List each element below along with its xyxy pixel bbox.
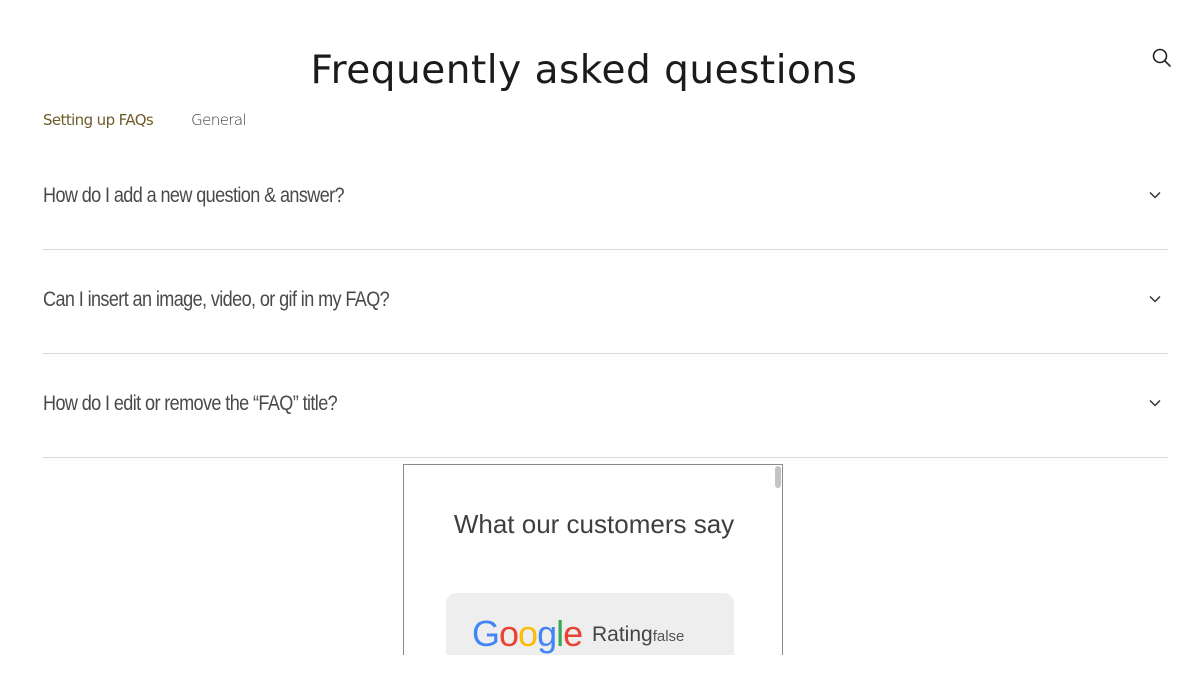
tab-setting-up-faqs[interactable]: Setting up FAQs	[43, 111, 154, 129]
rating-value: false	[652, 628, 685, 645]
scrollbar[interactable]	[775, 466, 781, 488]
chevron-down-icon[interactable]	[1148, 188, 1162, 202]
faq-page: Frequently asked questions Setting up FA…	[0, 0, 1199, 691]
chevron-down-icon[interactable]	[1148, 396, 1162, 410]
page-title: Frequently asked questions	[310, 48, 858, 94]
faq-item[interactable]: How do I edit or remove the “FAQ” title?	[43, 354, 1168, 458]
faq-list: How do I add a new question & answer? Ca…	[43, 146, 1168, 458]
google-rating-card[interactable]: Google Ratingfalse	[446, 593, 734, 655]
google-logo: Google	[472, 613, 583, 654]
category-tabs: Setting up FAQs General	[43, 111, 247, 129]
search-icon	[1152, 48, 1171, 67]
reviews-widget-title: What our customers say	[453, 509, 735, 539]
rating-label: Ratingfalse	[592, 623, 685, 646]
faq-question: How do I edit or remove the “FAQ” title?	[43, 392, 338, 415]
faq-item[interactable]: Can I insert an image, video, or gif in …	[43, 250, 1168, 354]
faq-question: Can I insert an image, video, or gif in …	[43, 288, 390, 311]
faq-question: How do I add a new question & answer?	[43, 184, 345, 207]
tab-general[interactable]: General	[191, 111, 247, 129]
reviews-widget-frame[interactable]: What our customers say Google Ratingfals…	[403, 464, 783, 655]
faq-item[interactable]: How do I add a new question & answer?	[43, 146, 1168, 250]
chevron-down-icon[interactable]	[1148, 292, 1162, 306]
search-button[interactable]	[1150, 46, 1174, 70]
